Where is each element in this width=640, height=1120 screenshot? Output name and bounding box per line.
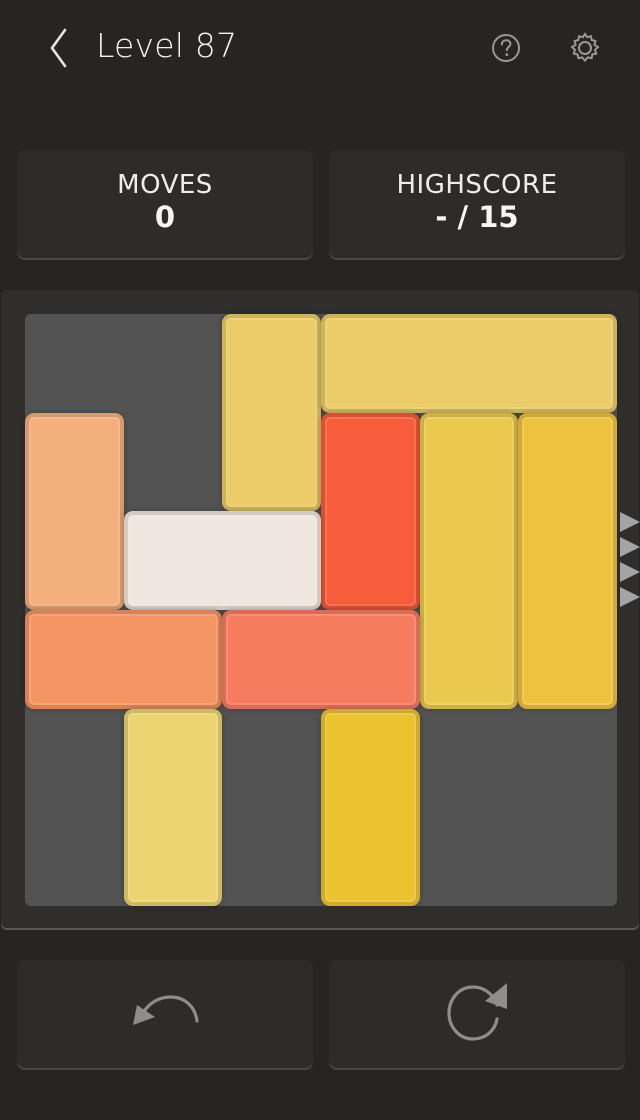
highscore-value: - / 15 bbox=[435, 200, 519, 234]
puzzle-block[interactable] bbox=[518, 412, 617, 709]
player-block[interactable] bbox=[123, 511, 321, 610]
puzzle-block[interactable] bbox=[222, 314, 321, 512]
undo-button[interactable] bbox=[17, 960, 313, 1068]
highscore-label: HIGHSCORE bbox=[396, 170, 558, 200]
puzzle-block[interactable] bbox=[25, 610, 223, 709]
puzzle-block[interactable] bbox=[321, 708, 420, 906]
moves-label: MOVES bbox=[117, 170, 213, 200]
help-button[interactable] bbox=[488, 30, 524, 66]
top-bar: Level 87 bbox=[0, 0, 640, 96]
restart-button[interactable] bbox=[329, 960, 625, 1068]
gear-icon bbox=[570, 32, 600, 63]
puzzle-block[interactable] bbox=[123, 708, 223, 906]
exit-arrows-icon bbox=[620, 512, 640, 607]
chevron-left-icon bbox=[50, 28, 67, 68]
moves-card: MOVES 0 bbox=[17, 150, 313, 258]
moves-value: 0 bbox=[154, 200, 176, 234]
undo-icon bbox=[133, 995, 199, 1025]
puzzle-block[interactable] bbox=[419, 412, 519, 709]
game-board bbox=[25, 314, 617, 906]
back-button[interactable] bbox=[38, 24, 78, 72]
restart-icon bbox=[447, 983, 507, 1041]
puzzle-block[interactable] bbox=[321, 314, 617, 413]
settings-button[interactable] bbox=[567, 30, 603, 66]
help-circle-icon bbox=[492, 34, 520, 62]
puzzle-block[interactable] bbox=[321, 412, 420, 610]
highscore-card: HIGHSCORE - / 15 bbox=[329, 150, 625, 258]
page-title: Level 87 bbox=[96, 26, 238, 65]
puzzle-block[interactable] bbox=[25, 412, 124, 610]
puzzle-block[interactable] bbox=[222, 610, 420, 709]
